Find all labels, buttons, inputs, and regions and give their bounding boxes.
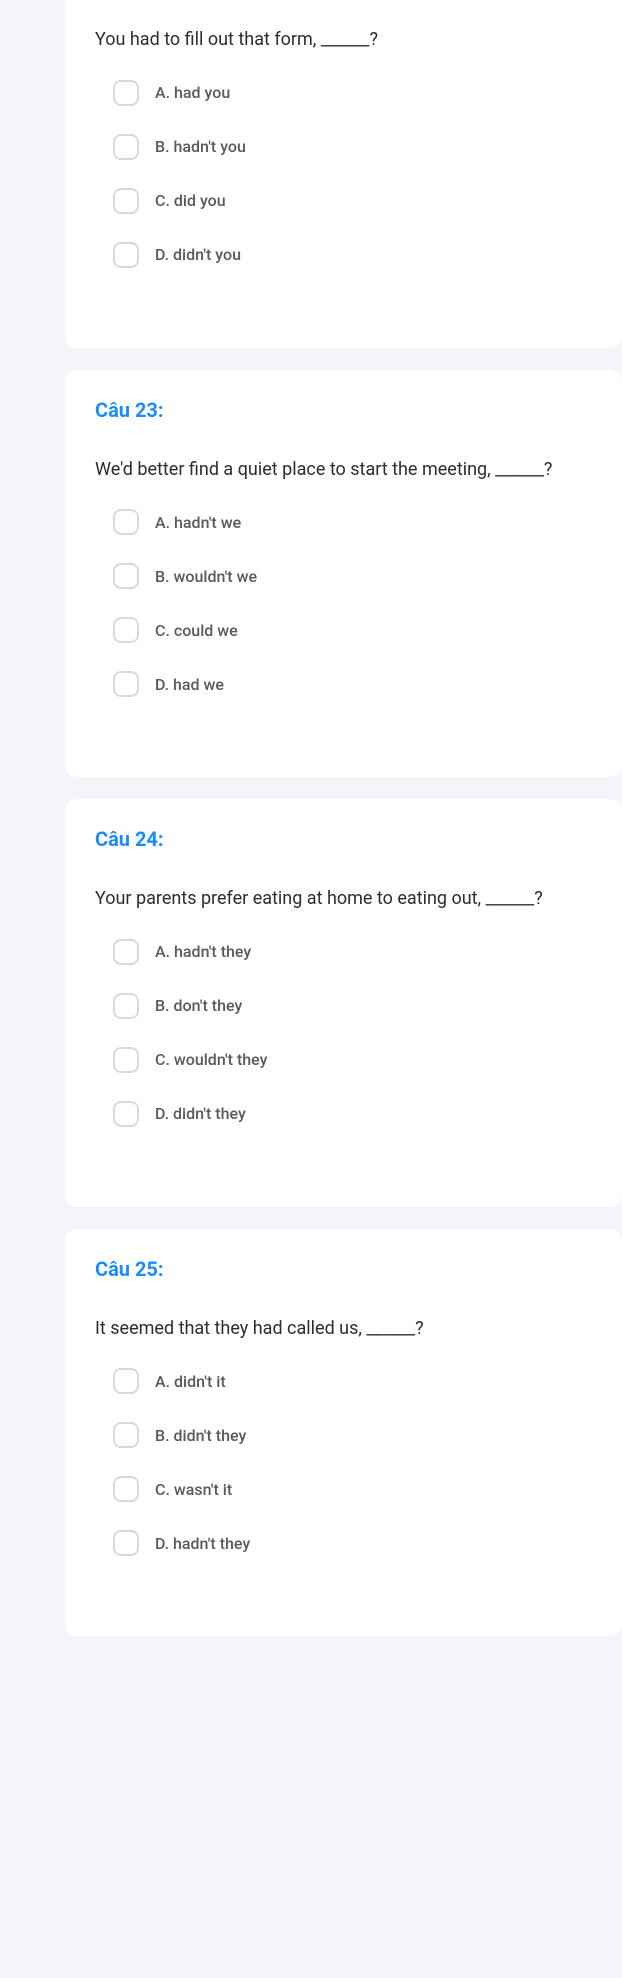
question-card: You had to fill out that form, ______? A…	[65, 0, 622, 348]
option-c[interactable]: C. wasn't it	[113, 1476, 592, 1502]
option-label: A. had you	[155, 83, 230, 102]
radio-icon	[113, 563, 139, 589]
question-text: It seemed that they had called us, _____…	[95, 1309, 592, 1349]
question-number: Câu 23:	[95, 398, 592, 422]
option-d[interactable]: D. didn't you	[113, 242, 592, 268]
option-b[interactable]: B. don't they	[113, 993, 592, 1019]
option-label: B. don't they	[155, 996, 242, 1015]
question-text: You had to fill out that form, ______?	[95, 20, 592, 60]
options-group: A. had you B. hadn't you C. did you D. d…	[95, 80, 592, 268]
option-label: C. could we	[155, 621, 238, 640]
option-a[interactable]: A. hadn't they	[113, 939, 592, 965]
radio-icon	[113, 939, 139, 965]
radio-icon	[113, 242, 139, 268]
option-label: D. didn't you	[155, 245, 241, 264]
option-b[interactable]: B. hadn't you	[113, 134, 592, 160]
radio-icon	[113, 1530, 139, 1556]
option-label: A. didn't it	[155, 1372, 226, 1391]
radio-icon	[113, 509, 139, 535]
radio-icon	[113, 671, 139, 697]
radio-icon	[113, 1368, 139, 1394]
radio-icon	[113, 1101, 139, 1127]
options-group: A. didn't it B. didn't they C. wasn't it…	[95, 1368, 592, 1556]
radio-icon	[113, 993, 139, 1019]
question-text: Your parents prefer eating at home to ea…	[95, 879, 592, 919]
option-d[interactable]: D. had we	[113, 671, 592, 697]
question-text: We'd better find a quiet place to start …	[95, 450, 592, 490]
radio-icon	[113, 188, 139, 214]
options-group: A. hadn't we B. wouldn't we C. could we …	[95, 509, 592, 697]
radio-icon	[113, 1422, 139, 1448]
question-card: Câu 23: We'd better find a quiet place t…	[65, 370, 622, 778]
option-a[interactable]: A. hadn't we	[113, 509, 592, 535]
option-label: C. did you	[155, 191, 226, 210]
option-c[interactable]: C. wouldn't they	[113, 1047, 592, 1073]
option-c[interactable]: C. could we	[113, 617, 592, 643]
question-number: Câu 25:	[95, 1257, 592, 1281]
option-label: B. didn't they	[155, 1426, 246, 1445]
option-label: C. wasn't it	[155, 1480, 232, 1499]
option-label: A. hadn't they	[155, 942, 251, 961]
option-a[interactable]: A. had you	[113, 80, 592, 106]
radio-icon	[113, 1476, 139, 1502]
option-a[interactable]: A. didn't it	[113, 1368, 592, 1394]
option-b[interactable]: B. didn't they	[113, 1422, 592, 1448]
option-d[interactable]: D. didn't they	[113, 1101, 592, 1127]
option-label: B. wouldn't we	[155, 567, 257, 586]
option-label: D. had we	[155, 675, 224, 694]
option-label: C. wouldn't they	[155, 1050, 267, 1069]
options-group: A. hadn't they B. don't they C. wouldn't…	[95, 939, 592, 1127]
question-card: Câu 24: Your parents prefer eating at ho…	[65, 799, 622, 1207]
question-card: Câu 25: It seemed that they had called u…	[65, 1229, 622, 1637]
option-c[interactable]: C. did you	[113, 188, 592, 214]
option-label: D. hadn't they	[155, 1534, 250, 1553]
question-number: Câu 24:	[95, 827, 592, 851]
option-label: A. hadn't we	[155, 513, 241, 532]
option-label: B. hadn't you	[155, 137, 246, 156]
radio-icon	[113, 617, 139, 643]
option-label: D. didn't they	[155, 1104, 246, 1123]
option-b[interactable]: B. wouldn't we	[113, 563, 592, 589]
option-d[interactable]: D. hadn't they	[113, 1530, 592, 1556]
radio-icon	[113, 134, 139, 160]
radio-icon	[113, 80, 139, 106]
radio-icon	[113, 1047, 139, 1073]
